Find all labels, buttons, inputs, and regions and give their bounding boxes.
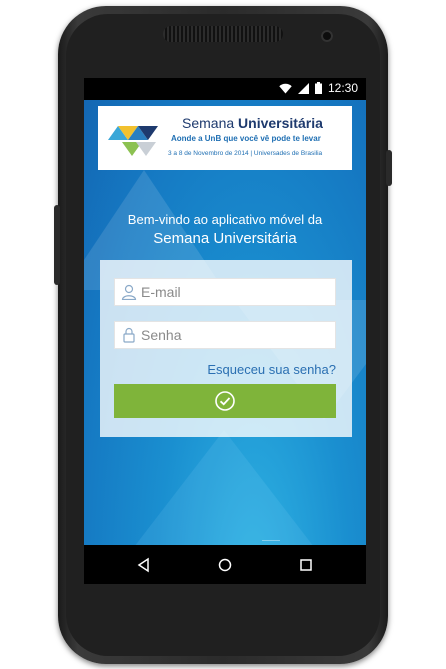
login-submit-button[interactable] xyxy=(114,384,336,418)
front-camera xyxy=(321,30,333,42)
app-login-screen: Semana Universitária Aonde a UnB que voc… xyxy=(84,100,366,545)
welcome-text: Bem-vindo ao aplicativo móvel da xyxy=(127,212,323,227)
brand-tagline: Aonde a UnB que você vê pode te levar xyxy=(171,134,321,143)
back-icon[interactable] xyxy=(134,555,154,575)
status-time: 12:30 xyxy=(327,81,358,95)
home-icon[interactable] xyxy=(215,555,235,575)
forgot-password-link[interactable]: Esqueceu sua senha? xyxy=(207,362,336,377)
password-input[interactable] xyxy=(141,322,331,348)
divider xyxy=(262,540,280,541)
brand-title-regular: Semana xyxy=(182,115,239,131)
event-banner: Semana Universitária Aonde a UnB que voc… xyxy=(98,106,352,170)
brand-title-bold: Universitária xyxy=(238,115,323,131)
brand-dates: 3 a 8 de Novembro de 2014 | Universades … xyxy=(168,150,323,157)
power-button xyxy=(386,150,392,186)
signal-icon xyxy=(297,82,309,94)
status-bar: 12:30 xyxy=(84,78,366,100)
email-input[interactable] xyxy=(141,279,331,305)
user-icon xyxy=(121,284,137,300)
brand-title: Semana Universitária xyxy=(182,115,323,131)
welcome-app-name: Semana Universitária xyxy=(153,230,297,247)
battery-icon xyxy=(314,82,322,94)
login-card: Esqueceu sua senha? xyxy=(100,260,352,437)
check-icon xyxy=(215,391,235,411)
recents-icon[interactable] xyxy=(296,555,316,575)
phone-screen: 12:30 Semana Universitária Aonde a UnB q… xyxy=(84,78,366,584)
earpiece-speaker xyxy=(163,26,283,42)
wifi-icon xyxy=(279,83,292,93)
volume-button xyxy=(54,205,60,285)
lock-icon xyxy=(123,327,135,343)
event-logo xyxy=(108,126,158,156)
password-field[interactable] xyxy=(114,321,336,349)
android-nav-bar xyxy=(84,545,366,584)
email-field[interactable] xyxy=(114,278,336,306)
